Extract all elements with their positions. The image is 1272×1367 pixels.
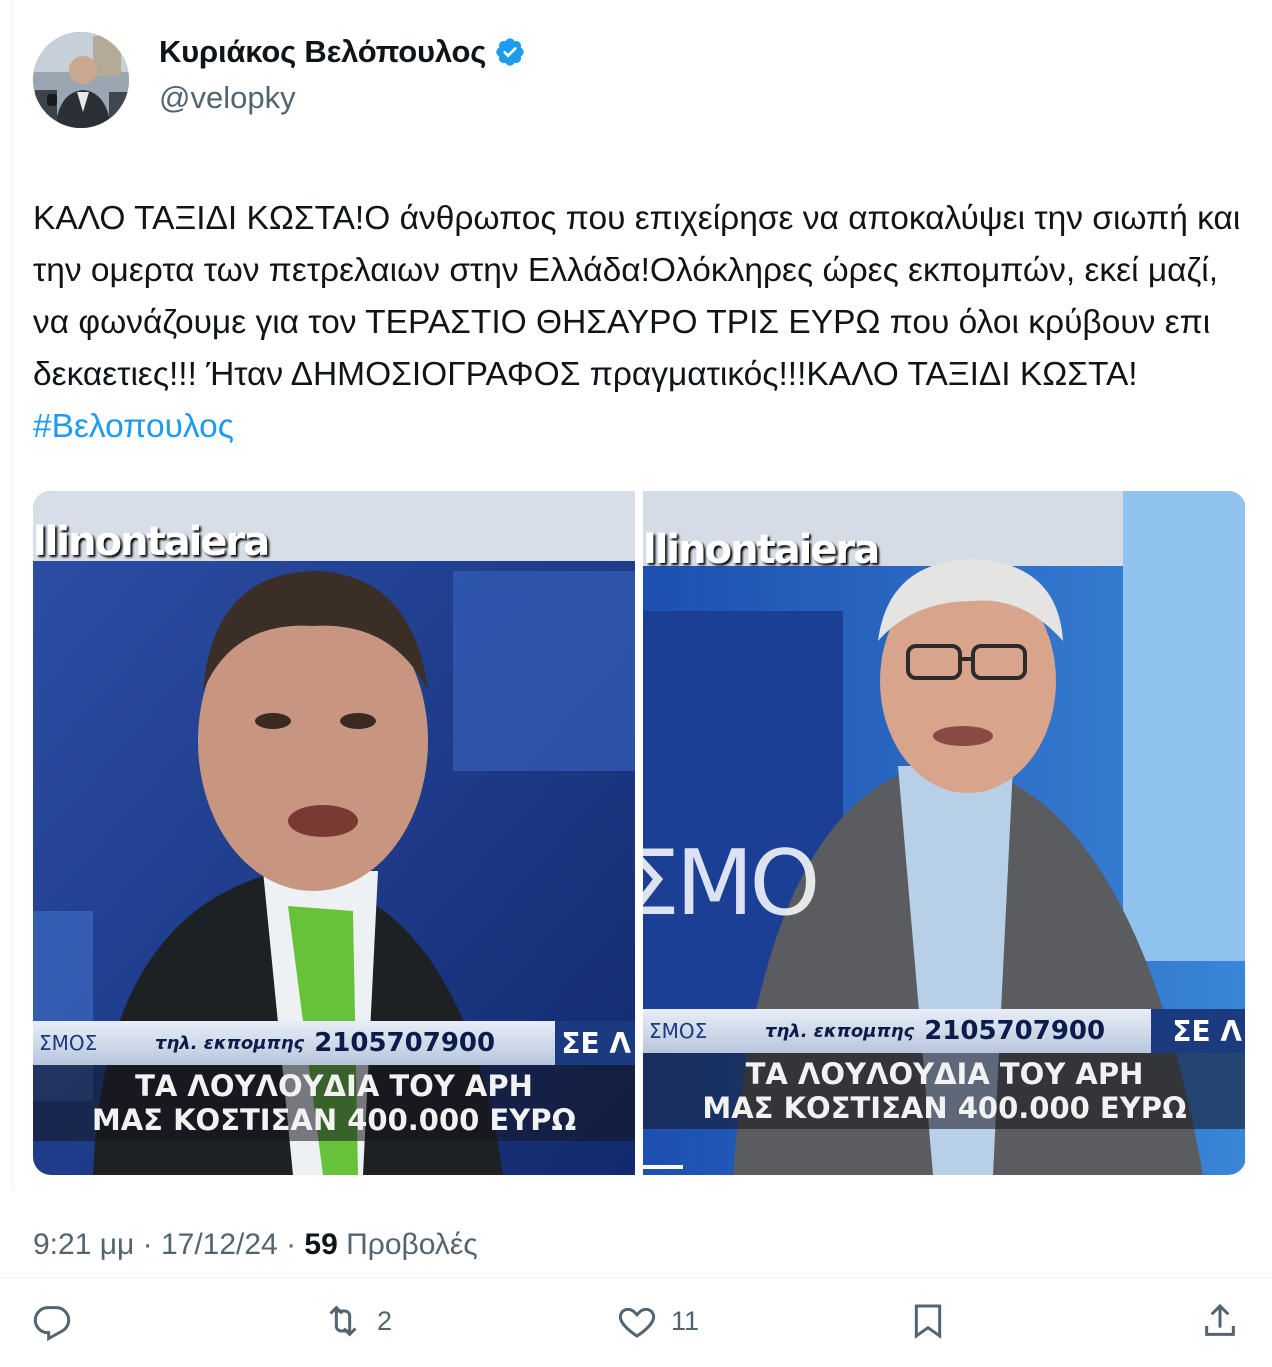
caption-line-2: ΜΑΣ ΚΟΣΤΙΣΑΝ 400.000 ΕΥΡΩ xyxy=(91,1103,577,1137)
frame-border-left xyxy=(12,0,13,1190)
frame-divider xyxy=(0,1277,1272,1278)
author-name[interactable]: Κυριάκος Βελόπουλος xyxy=(159,34,486,70)
meta-separator: · xyxy=(277,1228,305,1261)
share-icon xyxy=(1205,1303,1235,1336)
share-button[interactable] xyxy=(1200,1301,1240,1341)
views-label: Προβολές xyxy=(337,1228,478,1261)
caption-line-2: ΜΑΣ ΚΟΣΤΙΣΑΝ 400.000 ΕΥΡΩ xyxy=(702,1091,1187,1125)
author-block: Κυριάκος Βελόπουλος @velopky xyxy=(159,34,526,116)
like-count: 11 xyxy=(671,1305,700,1336)
caption-box: ΤΑ ΛΟΥΛΟΥΔΙΑ ΤΟΥ ΑΡΗ ΜΑΣ ΚΟΣΤΙΣΑΝ 400.00… xyxy=(643,1053,1245,1129)
ticker-bar: ΣΜΟΣ τηλ. εκπομπης 2105707900 ΣΕ Λ xyxy=(33,1021,635,1065)
video-progress xyxy=(643,1165,683,1169)
retweet-count: 2 xyxy=(377,1305,393,1336)
reply-button[interactable] xyxy=(32,1301,72,1341)
caption-box: ΤΑ ΛΟΥΛΟΥΔΙΑ ΤΟΥ ΑΡΗ ΜΑΣ ΚΟΣΤΙΣΑΝ 400.00… xyxy=(33,1065,635,1141)
tweet-date[interactable]: 17/12/24 xyxy=(161,1228,278,1261)
ticker-phone: 2105707900 xyxy=(924,1016,1106,1046)
heart-icon xyxy=(618,1307,656,1338)
media-image-1[interactable]: llinontaiera ΣΜΟΣ τηλ. εκπομπης 21057079… xyxy=(33,491,635,1175)
studio-backdrop-text: ΣΜΟ xyxy=(643,831,820,936)
channel-logo: llinontaiera xyxy=(33,519,270,565)
verified-badge-icon xyxy=(494,36,526,68)
caption-line-1: ΤΑ ΛΟΥΛΟΥΔΙΑ ΤΟΥ ΑΡΗ xyxy=(745,1057,1144,1091)
retweet-icon xyxy=(329,1305,357,1337)
author-handle[interactable]: @velopky xyxy=(159,80,526,116)
views-count: 59 xyxy=(304,1228,338,1261)
tweet-time[interactable]: 9:21 μμ xyxy=(33,1228,134,1261)
ticker-phone-label: τηλ. εκπομπης xyxy=(765,1020,915,1042)
media-image-2[interactable]: llinontaiera ΣΜΟ ΣΜΟΣ τηλ. εκπομπης 2105… xyxy=(643,491,1245,1175)
tweet-text: ΚΑΛΟ ΤΑΞΙΔΙ ΚΩΣΤΑ!Ο άνθρωπος που επιχείρ… xyxy=(33,193,1243,453)
hashtag-link[interactable]: #Βελοπουλος xyxy=(33,408,234,445)
ticker-left: ΣΜΟΣ xyxy=(649,1019,708,1043)
bookmark-button[interactable] xyxy=(908,1301,948,1341)
tweet-meta: 9:21 μμ · 17/12/24 · 59 Προβολές xyxy=(33,1228,478,1262)
ticker-phone: 2105707900 xyxy=(314,1028,496,1058)
like-button[interactable]: 11 xyxy=(617,1301,699,1341)
ticker-left: ΣΜΟΣ xyxy=(39,1031,98,1055)
bookmark-icon xyxy=(914,1304,942,1339)
avatar-photo xyxy=(33,32,129,128)
action-bar: 2 11 xyxy=(0,1295,1272,1355)
retweet-button[interactable]: 2 xyxy=(323,1301,392,1341)
media-grid: llinontaiera ΣΜΟΣ τηλ. εκπομπης 21057079… xyxy=(33,491,1246,1175)
ticker-right: ΣΕ Λ xyxy=(555,1021,635,1065)
tweet-body: ΚΑΛΟ ΤΑΞΙΔΙ ΚΩΣΤΑ!Ο άνθρωπος που επιχείρ… xyxy=(33,200,1241,393)
reply-icon xyxy=(33,1306,71,1341)
caption-line-1: ΤΑ ΛΟΥΛΟΥΔΙΑ ΤΟΥ ΑΡΗ xyxy=(135,1069,533,1103)
ticker-phone-label: τηλ. εκπομπης xyxy=(155,1032,305,1054)
channel-logo: llinontaiera xyxy=(643,527,880,573)
avatar[interactable] xyxy=(33,32,129,128)
meta-separator: · xyxy=(134,1228,161,1261)
ticker-bar: ΣΜΟΣ τηλ. εκπομπης 2105707900 ΣΕ Λ xyxy=(643,1009,1245,1053)
ticker-right: ΣΕ Λ xyxy=(1151,1009,1245,1053)
